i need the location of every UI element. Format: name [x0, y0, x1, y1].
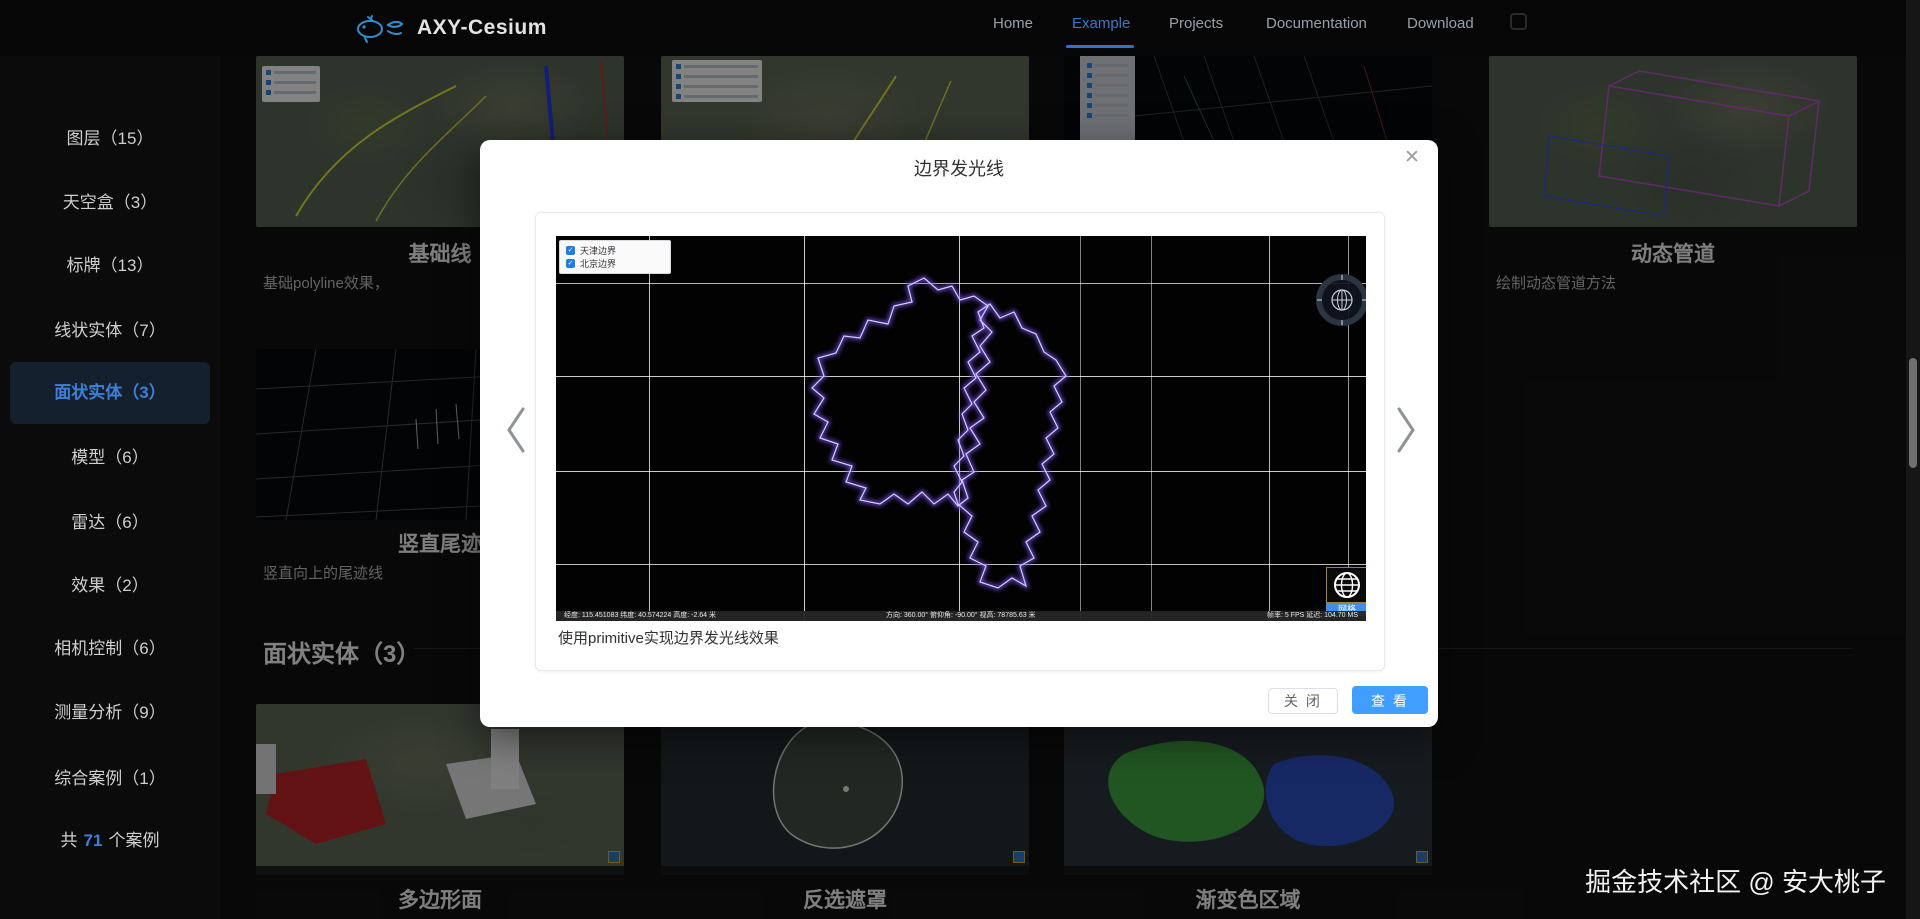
case-total: 共71个案例 [0, 826, 220, 856]
example-description: 使用primitive实现边界发光线效果 [558, 627, 779, 648]
prev-arrow-icon[interactable] [502, 404, 530, 456]
map-layer-panel: ✓ 天津边界 ✓ 北京边界 [559, 240, 671, 274]
boundary-glow-lines [556, 236, 1366, 621]
sidebar-item-area-entity[interactable]: 面状实体（3） [10, 362, 210, 424]
category-sidebar: 图层（15） 天空盒（3） 标牌（13） 线状实体（7） 面状实体（3） 模型（… [0, 56, 220, 919]
case-total-count: 71 [78, 831, 109, 850]
view-button[interactable]: 查 看 [1352, 686, 1428, 714]
sidebar-item-model[interactable]: 模型（6） [0, 441, 220, 475]
nav-item-example[interactable]: Example [1072, 15, 1130, 32]
sidebar-item-radar[interactable]: 雷达（6） [0, 506, 220, 540]
nav-item-projects[interactable]: Projects [1169, 15, 1223, 32]
case-total-suffix: 个案例 [108, 831, 159, 850]
watermark-text: 掘金技术社区 @ 安大桃子 [1585, 862, 1886, 899]
fish-logo-icon [355, 11, 407, 45]
compass-icon[interactable] [1316, 274, 1366, 326]
nav-item-home[interactable]: Home [993, 15, 1033, 32]
checkbox-checked-icon[interactable]: ✓ [566, 246, 575, 255]
nav-item-documentation[interactable]: Documentation [1266, 15, 1367, 32]
dialog-title: 边界发光线 [480, 155, 1438, 181]
preview-frame: ✓ 天津边界 ✓ 北京边界 [535, 212, 1385, 671]
checkbox-checked-icon[interactable]: ✓ [566, 259, 575, 268]
brand-title: AXY-Cesium [417, 16, 547, 40]
modal-close-icon[interactable]: ✕ [1404, 148, 1420, 167]
app-root: 基础线 基础polyline效果， 动态管道 绘制动态管道方法 竖直尾迹 竖直向… [0, 0, 1920, 919]
nav-extra-icon[interactable] [1510, 13, 1527, 30]
scrollbar-track[interactable] [1906, 0, 1920, 919]
map-statusbar: 经度: 115.451083 纬度: 40.574224 高度: -2.64 米… [556, 611, 1366, 621]
sidebar-item-measure[interactable]: 测量分析（9） [0, 696, 220, 730]
close-button[interactable]: 关 闭 [1268, 688, 1338, 714]
example-preview-dialog: 边界发光线 [480, 140, 1438, 727]
active-tab-underline [1066, 45, 1134, 48]
scrollbar-thumb[interactable] [1909, 358, 1917, 468]
top-navbar: AXY-Cesium Home Example Projects Documen… [0, 0, 1920, 56]
sidebar-item-layers[interactable]: 图层（15） [0, 122, 220, 156]
layer-label: 天津边界 [580, 244, 616, 257]
sidebar-item-camera[interactable]: 相机控制（6） [0, 632, 220, 666]
sidebar-item-skybox[interactable]: 天空盒（3） [0, 186, 220, 220]
layer-label: 北京边界 [580, 257, 616, 270]
case-total-prefix: 共 [61, 831, 78, 850]
brand[interactable]: AXY-Cesium [355, 11, 547, 45]
status-fps: 帧率: 5 FPS 延迟: 104.70 MS [1267, 611, 1358, 621]
sidebar-item-composite[interactable]: 综合案例（1） [0, 762, 220, 796]
layer-row-tianjin[interactable]: ✓ 天津边界 [566, 244, 664, 257]
nav-item-download[interactable]: Download [1407, 15, 1474, 32]
cesium-map-preview[interactable]: ✓ 天津边界 ✓ 北京边界 [556, 236, 1366, 621]
baselayer-picker-button[interactable] [1326, 567, 1366, 603]
globe-icon [1332, 570, 1362, 600]
sidebar-item-billboard[interactable]: 标牌（13） [0, 249, 220, 283]
status-position: 经度: 115.451083 纬度: 40.574224 高度: -2.64 米 [564, 611, 716, 621]
sidebar-item-effect[interactable]: 效果（2） [0, 569, 220, 603]
layer-row-beijing[interactable]: ✓ 北京边界 [566, 257, 664, 270]
next-arrow-icon[interactable] [1392, 404, 1420, 456]
status-camera: 方向: 360.00° 俯仰角: -90.00° 视高: 78785.63 米 [886, 611, 1036, 621]
sidebar-item-line-entity[interactable]: 线状实体（7） [0, 314, 220, 348]
